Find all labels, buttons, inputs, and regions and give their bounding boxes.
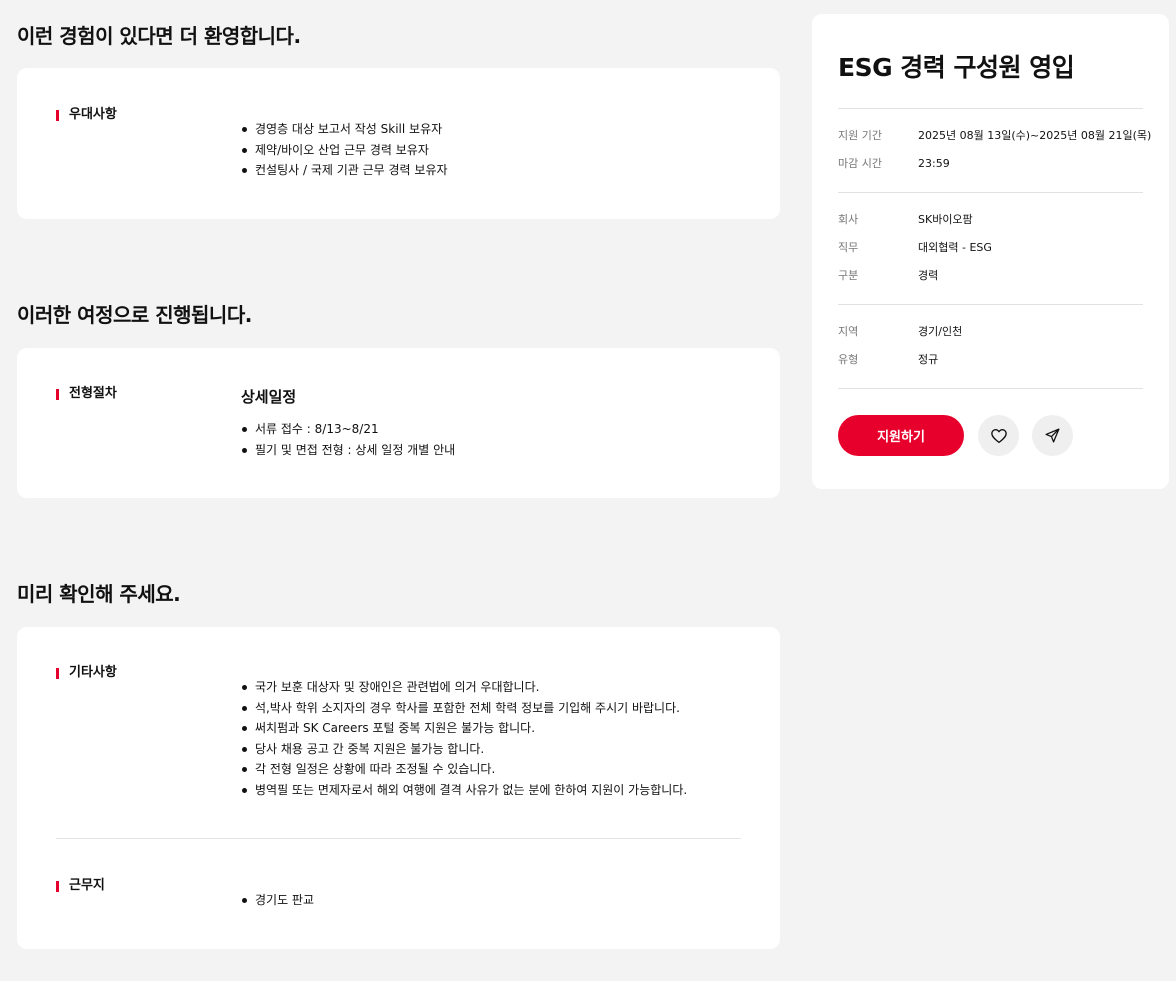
process-section-title: 이러한 여정으로 진행됩니다.: [17, 303, 252, 327]
type-label: 유형: [838, 353, 859, 366]
job-summary-panel: ESG 경력 구성원 영입 지원 기간 2025년 08월 13일(수)~2025…: [812, 14, 1169, 489]
job-title: ESG 경력 구성원 영입: [838, 53, 1075, 82]
summary-divider: [838, 388, 1143, 389]
list-item: 석,박사 학위 소지자의 경우 학사를 포함한 전체 학력 정보를 기입해 주시…: [241, 698, 687, 719]
company-label: 회사: [838, 213, 859, 226]
deadline-label: 마감 시간: [838, 157, 882, 170]
category-value: 경력: [918, 269, 939, 282]
location-label: 근무지: [56, 878, 105, 894]
notice-section-title: 미리 확인해 주세요.: [17, 582, 181, 606]
process-body: 상세일정 서류 접수 : 8/13~8/21 필기 및 면접 전형 : 상세 일…: [241, 386, 455, 460]
preferred-section-title: 이런 경험이 있다면 더 환영합니다.: [17, 24, 301, 48]
location-list: 경기도 판교: [241, 890, 314, 911]
list-item: 국가 보훈 대상자 및 장애인은 관련법에 의거 우대합니다.: [241, 677, 687, 698]
send-icon: [1045, 428, 1060, 443]
period-label: 지원 기간: [838, 129, 882, 142]
type-value: 정규: [918, 353, 939, 366]
notice-divider: [56, 838, 741, 839]
region-value: 경기/인천: [918, 325, 963, 338]
preferred-list-container: 경영층 대상 보고서 작성 Skill 보유자 제약/바이오 산업 근무 경력 …: [241, 119, 448, 181]
period-row: 지원 기간 2025년 08월 13일(수)~2025년 08월 21일(목): [838, 129, 1151, 143]
list-item: 경영층 대상 보고서 작성 Skill 보유자: [241, 119, 448, 140]
etc-list: 국가 보훈 대상자 및 장애인은 관련법에 의거 우대합니다. 석,박사 학위 …: [241, 677, 687, 800]
preferred-label: 우대사항: [56, 107, 117, 123]
deadline-value: 23:59: [918, 157, 950, 170]
process-list: 서류 접수 : 8/13~8/21 필기 및 면접 전형 : 상세 일정 개별 …: [241, 419, 455, 460]
preferred-list: 경영층 대상 보고서 작성 Skill 보유자 제약/바이오 산업 근무 경력 …: [241, 119, 448, 181]
heart-icon: [990, 428, 1007, 443]
etc-label: 기타사항: [56, 665, 117, 681]
category-row: 구분 경력: [838, 269, 938, 283]
region-label: 지역: [838, 325, 859, 338]
list-item: 필기 및 면접 전형 : 상세 일정 개별 안내: [241, 440, 455, 461]
etc-list-container: 국가 보훈 대상자 및 장애인은 관련법에 의거 우대합니다. 석,박사 학위 …: [241, 677, 687, 800]
type-row: 유형 정규: [838, 353, 938, 367]
process-card: 전형절차 상세일정 서류 접수 : 8/13~8/21 필기 및 면접 전형 :…: [17, 348, 780, 498]
process-label: 전형절차: [56, 386, 117, 402]
company-row: 회사 SK바이오팜: [838, 213, 973, 227]
list-item: 써치펌과 SK Careers 포털 중복 지원은 불가능 합니다.: [241, 718, 687, 739]
region-row: 지역 경기/인천: [838, 325, 962, 339]
summary-divider: [838, 192, 1143, 193]
list-item: 컨설팅사 / 국제 기관 근무 경력 보유자: [241, 160, 448, 181]
summary-divider: [838, 108, 1143, 109]
deadline-row: 마감 시간 23:59: [838, 157, 950, 171]
list-item: 병역필 또는 면제자로서 해외 여행에 결격 사유가 없는 분에 한하여 지원이…: [241, 780, 687, 801]
job-label: 직무: [838, 241, 859, 254]
like-button[interactable]: [978, 415, 1019, 456]
preferred-card: 우대사항 경영층 대상 보고서 작성 Skill 보유자 제약/바이오 산업 근…: [17, 68, 780, 219]
list-item: 제약/바이오 산업 근무 경력 보유자: [241, 140, 448, 161]
summary-divider: [838, 304, 1143, 305]
list-item: 당사 채용 공고 간 중복 지원은 불가능 합니다.: [241, 739, 687, 760]
list-item: 각 전형 일정은 상황에 따라 조정될 수 있습니다.: [241, 759, 687, 780]
schedule-heading: 상세일정: [241, 388, 297, 406]
category-label: 구분: [838, 269, 859, 282]
company-value: SK바이오팜: [918, 213, 973, 226]
notice-card: 기타사항 국가 보훈 대상자 및 장애인은 관련법에 의거 우대합니다. 석,박…: [17, 627, 780, 949]
job-row: 직무 대외협력 - ESG: [838, 241, 992, 255]
job-value: 대외협력 - ESG: [918, 241, 992, 254]
share-button[interactable]: [1032, 415, 1073, 456]
apply-button[interactable]: 지원하기: [838, 415, 964, 456]
period-value: 2025년 08월 13일(수)~2025년 08월 21일(목): [918, 129, 1152, 142]
location-list-container: 경기도 판교: [241, 890, 314, 911]
list-item: 경기도 판교: [241, 890, 314, 911]
list-item: 서류 접수 : 8/13~8/21: [241, 419, 455, 440]
